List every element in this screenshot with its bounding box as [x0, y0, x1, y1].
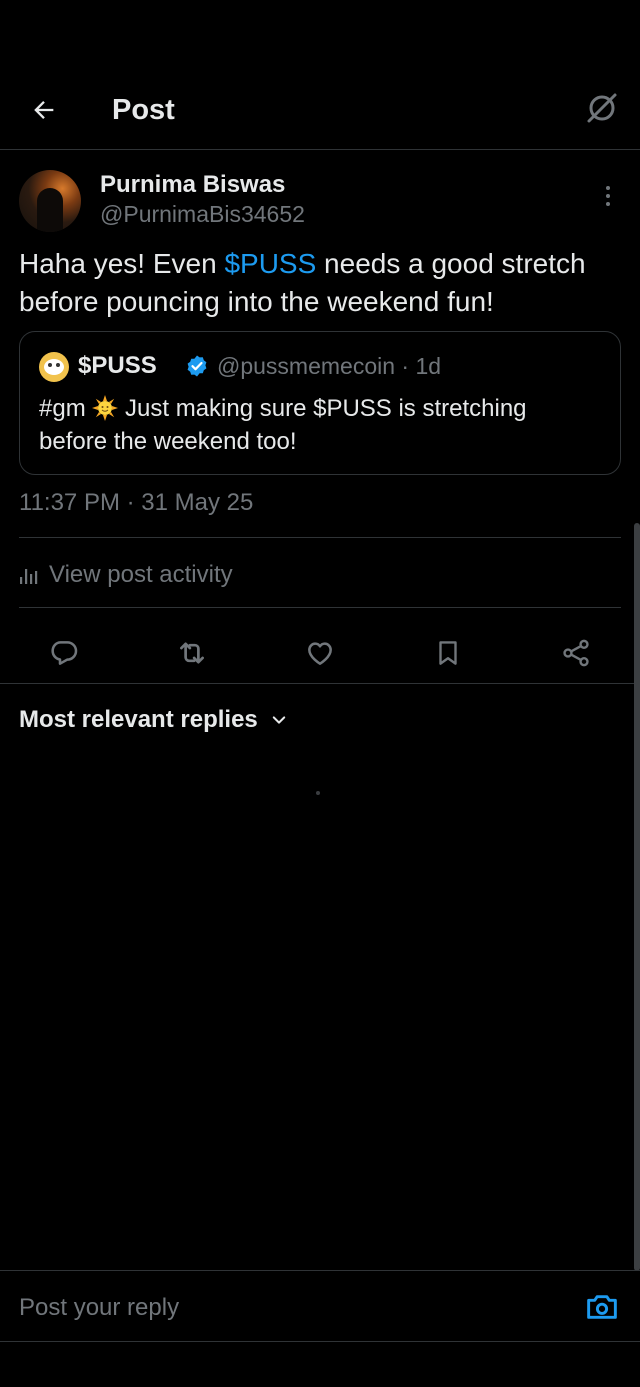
quoted-post[interactable]: $PUSS @pussmemecoin · 1d #gm Just making… — [19, 331, 621, 475]
author-name[interactable]: Purnima Biswas — [100, 171, 285, 199]
heart-icon — [308, 642, 332, 665]
reply-composer — [0, 1270, 640, 1342]
quote-text: #gm Just making sure $PUSS is stretching… — [39, 392, 599, 458]
back-button[interactable] — [26, 92, 62, 128]
reply-icon — [51, 641, 78, 665]
camera-icon — [587, 1295, 617, 1319]
sort-label: Most relevant replies — [19, 706, 258, 733]
repost-icon — [180, 642, 204, 664]
like-button[interactable] — [298, 631, 342, 675]
chevron-down-icon — [272, 716, 285, 724]
bookmark-icon — [439, 641, 457, 665]
view-post-activity-link[interactable]: View post activity — [19, 557, 233, 593]
divider — [19, 607, 621, 608]
divider — [0, 683, 640, 684]
scrollbar[interactable] — [634, 523, 640, 1271]
camera-button[interactable] — [584, 1291, 620, 1323]
activity-label: View post activity — [49, 561, 233, 588]
analytics-icon — [20, 569, 38, 584]
avatar-silhouette — [37, 188, 63, 232]
bookmark-button[interactable] — [426, 631, 470, 675]
cat-face-icon — [44, 359, 64, 375]
divider — [19, 537, 621, 538]
repost-button[interactable] — [170, 631, 214, 675]
page-title: Post — [112, 94, 175, 126]
reply-button[interactable] — [42, 631, 86, 675]
more-dot — [606, 194, 610, 198]
grok-button[interactable] — [582, 88, 622, 128]
verified-badge-icon — [187, 355, 207, 377]
action-bar — [0, 621, 640, 685]
reply-input[interactable] — [19, 1289, 559, 1327]
share-button[interactable] — [554, 631, 598, 675]
more-options-button[interactable] — [596, 181, 620, 211]
quote-avatar — [39, 352, 69, 382]
sun-emoji-icon — [92, 395, 119, 421]
post-text-start: Haha yes! Even — [19, 248, 225, 279]
post-timestamp: 11:37 PM · 31 May 25 — [19, 489, 254, 516]
author-handle[interactable]: @PurnimaBis34652 — [100, 201, 305, 228]
replies-sort-dropdown[interactable]: Most relevant replies — [19, 706, 288, 734]
author-avatar[interactable] — [19, 170, 81, 232]
quote-handle-time: @pussmemecoin · 1d — [217, 353, 442, 379]
grok-icon — [587, 93, 617, 123]
quote-hashtag: #gm — [39, 395, 93, 422]
quote-author-name: $PUSS — [78, 352, 157, 379]
cashtag-link[interactable]: $PUSS — [224, 248, 316, 279]
share-icon — [563, 639, 589, 667]
post-text: Haha yes! Even $PUSS needs a good stretc… — [19, 245, 624, 321]
loading-indicator — [316, 791, 320, 795]
more-vertical-icon — [606, 186, 610, 190]
arrow-left-icon — [34, 101, 54, 119]
top-bar: Post — [0, 70, 640, 150]
more-dot — [606, 202, 610, 206]
